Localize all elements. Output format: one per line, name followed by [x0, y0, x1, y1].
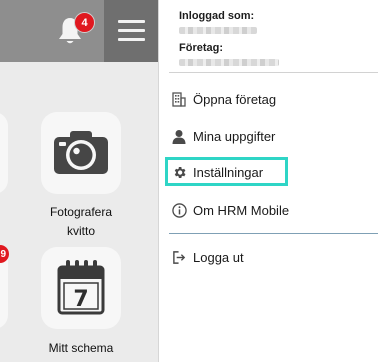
- divider: [169, 233, 378, 234]
- tile-label: Mitt schema: [48, 341, 114, 355]
- menu-item-label: Öppna företag: [193, 91, 277, 107]
- menu-item-label: Mina uppgifter: [193, 128, 276, 144]
- user-info: Inloggad som: Företag:: [179, 10, 379, 74]
- notification-count-badge: 4: [74, 12, 95, 33]
- tile-partial[interactable]: [0, 112, 8, 194]
- menu-item-label: Inställningar: [193, 164, 264, 180]
- menu-item-open-company[interactable]: Öppna företag: [171, 88, 375, 110]
- camera-icon: [54, 131, 108, 174]
- top-bar: 4: [0, 0, 158, 62]
- hamburger-menu-button[interactable]: [104, 0, 158, 62]
- side-drawer: Inloggad som: Företag: Öppna företag Min…: [158, 0, 387, 362]
- building-icon: [171, 91, 187, 107]
- menu-item-label: Om HRM Mobile: [193, 202, 290, 218]
- logout-button[interactable]: Logga ut: [171, 246, 375, 268]
- svg-text:7: 7: [73, 287, 88, 312]
- divider: [169, 72, 378, 73]
- company-label: Företag:: [179, 42, 223, 54]
- photo-receipt-tile[interactable]: [41, 112, 121, 194]
- menu-bar-icon: [118, 29, 145, 32]
- logout-label: Logga ut: [193, 249, 244, 265]
- menu-item-about[interactable]: Om HRM Mobile: [171, 199, 375, 221]
- logout-icon: [171, 249, 187, 265]
- gear-icon: [171, 164, 187, 180]
- logged-in-label: Inloggad som:: [179, 10, 255, 22]
- calendar-icon: 7: [57, 260, 105, 315]
- my-schedule-tile[interactable]: 7: [41, 247, 121, 329]
- menu-item-settings[interactable]: Inställningar: [171, 161, 375, 183]
- info-icon: [171, 202, 187, 218]
- username-redacted: [179, 27, 257, 34]
- notifications-button[interactable]: 4: [57, 12, 95, 48]
- menu-bar-icon: [118, 38, 145, 41]
- tile-label: Fotografera kvitto: [49, 205, 113, 238]
- user-icon: [171, 128, 187, 144]
- menu-item-my-details[interactable]: Mina uppgifter: [171, 125, 375, 147]
- company-redacted: [179, 59, 279, 66]
- menu-bar-icon: [118, 20, 145, 23]
- app-home-pane: 4 9 Fotografera kvitto 7 Mitt schema: [0, 0, 158, 362]
